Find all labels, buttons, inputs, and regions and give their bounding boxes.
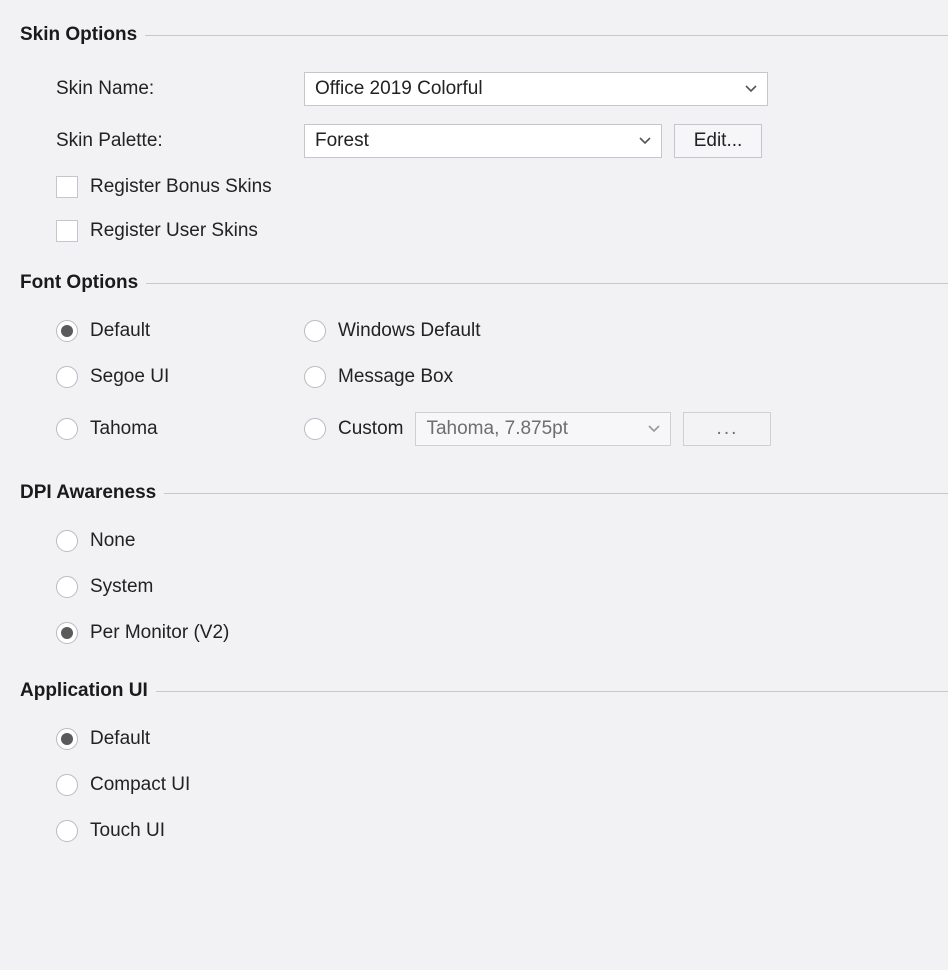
divider	[145, 35, 948, 36]
custom-font-browse-button[interactable]: ...	[683, 412, 771, 446]
checkbox-icon	[56, 176, 78, 198]
divider	[156, 691, 948, 692]
edit-palette-button[interactable]: Edit...	[674, 124, 762, 158]
ellipsis-label: ...	[717, 418, 739, 440]
radio-font-tahoma-label: Tahoma	[90, 418, 158, 440]
combo-skin-name-value: Office 2019 Colorful	[315, 78, 483, 100]
check-register-bonus-label: Register Bonus Skins	[90, 176, 272, 198]
radio-icon	[56, 576, 78, 598]
radio-icon	[56, 320, 78, 342]
label-skin-palette: Skin Palette:	[56, 130, 304, 152]
section-title: DPI Awareness	[20, 482, 156, 504]
checkbox-icon	[56, 220, 78, 242]
row-skin-name: Skin Name: Office 2019 Colorful	[56, 72, 934, 106]
radio-dpi-none[interactable]: None	[56, 530, 934, 552]
section-header-appui: Application UI	[0, 680, 948, 702]
combo-skin-palette[interactable]: Forest	[304, 124, 662, 158]
combo-skin-name[interactable]: Office 2019 Colorful	[304, 72, 768, 106]
label-skin-name: Skin Name:	[56, 78, 304, 100]
radio-dpi-none-label: None	[90, 530, 135, 552]
section-header-font: Font Options	[0, 272, 948, 294]
radio-dpi-per-monitor[interactable]: Per Monitor (V2)	[56, 622, 934, 644]
row-font-custom: Custom Tahoma, 7.875pt ...	[304, 412, 934, 446]
radio-icon	[56, 820, 78, 842]
radio-dpi-system[interactable]: System	[56, 576, 934, 598]
radio-appui-default-label: Default	[90, 728, 150, 750]
section-font-options: Font Options Default Windows Default Seg…	[0, 272, 948, 472]
radio-font-windows-default-label: Windows Default	[338, 320, 481, 342]
check-register-bonus[interactable]: Register Bonus Skins	[56, 176, 934, 198]
radio-font-message-box[interactable]: Message Box	[304, 366, 934, 388]
radio-font-message-box-label: Message Box	[338, 366, 453, 388]
radio-icon	[304, 418, 326, 440]
radio-icon	[56, 530, 78, 552]
combo-custom-font[interactable]: Tahoma, 7.875pt	[415, 412, 671, 446]
section-header-dpi: DPI Awareness	[0, 482, 948, 504]
check-register-user-label: Register User Skins	[90, 220, 258, 242]
radio-font-custom[interactable]: Custom	[304, 418, 403, 440]
edit-palette-button-label: Edit...	[694, 130, 743, 152]
section-skin-options: Skin Options Skin Name: Office 2019 Colo…	[0, 24, 948, 242]
chevron-down-icon	[648, 425, 660, 433]
radio-appui-compact[interactable]: Compact UI	[56, 774, 934, 796]
chevron-down-icon	[639, 137, 651, 145]
radio-appui-touch-label: Touch UI	[90, 820, 165, 842]
divider	[146, 283, 948, 284]
section-application-ui: Application UI Default Compact UI Touch …	[0, 680, 948, 842]
radio-font-segoe[interactable]: Segoe UI	[56, 366, 304, 388]
radio-appui-compact-label: Compact UI	[90, 774, 190, 796]
section-title: Skin Options	[20, 24, 137, 46]
radio-font-default[interactable]: Default	[56, 320, 304, 342]
radio-font-windows-default[interactable]: Windows Default	[304, 320, 934, 342]
row-skin-palette: Skin Palette: Forest Edit...	[56, 124, 934, 158]
combo-custom-font-value: Tahoma, 7.875pt	[426, 418, 568, 440]
radio-appui-default[interactable]: Default	[56, 728, 934, 750]
radio-dpi-per-monitor-label: Per Monitor (V2)	[90, 622, 229, 644]
radio-icon	[304, 320, 326, 342]
settings-panel: Skin Options Skin Name: Office 2019 Colo…	[0, 0, 948, 842]
radio-icon	[56, 622, 78, 644]
divider	[164, 493, 948, 494]
radio-icon	[56, 774, 78, 796]
radio-icon	[304, 366, 326, 388]
radio-icon	[56, 728, 78, 750]
radio-appui-touch[interactable]: Touch UI	[56, 820, 934, 842]
radio-icon	[56, 418, 78, 440]
combo-skin-palette-value: Forest	[315, 130, 369, 152]
section-title: Application UI	[20, 680, 148, 702]
radio-icon	[56, 366, 78, 388]
check-register-user[interactable]: Register User Skins	[56, 220, 934, 242]
section-title: Font Options	[20, 272, 138, 294]
radio-font-default-label: Default	[90, 320, 150, 342]
radio-font-tahoma[interactable]: Tahoma	[56, 418, 304, 440]
radio-dpi-system-label: System	[90, 576, 153, 598]
chevron-down-icon	[745, 85, 757, 93]
section-dpi-awareness: DPI Awareness None System Per Monitor (V…	[0, 482, 948, 670]
radio-font-custom-label: Custom	[338, 418, 403, 440]
section-header-skin: Skin Options	[0, 24, 948, 46]
radio-font-segoe-label: Segoe UI	[90, 366, 169, 388]
